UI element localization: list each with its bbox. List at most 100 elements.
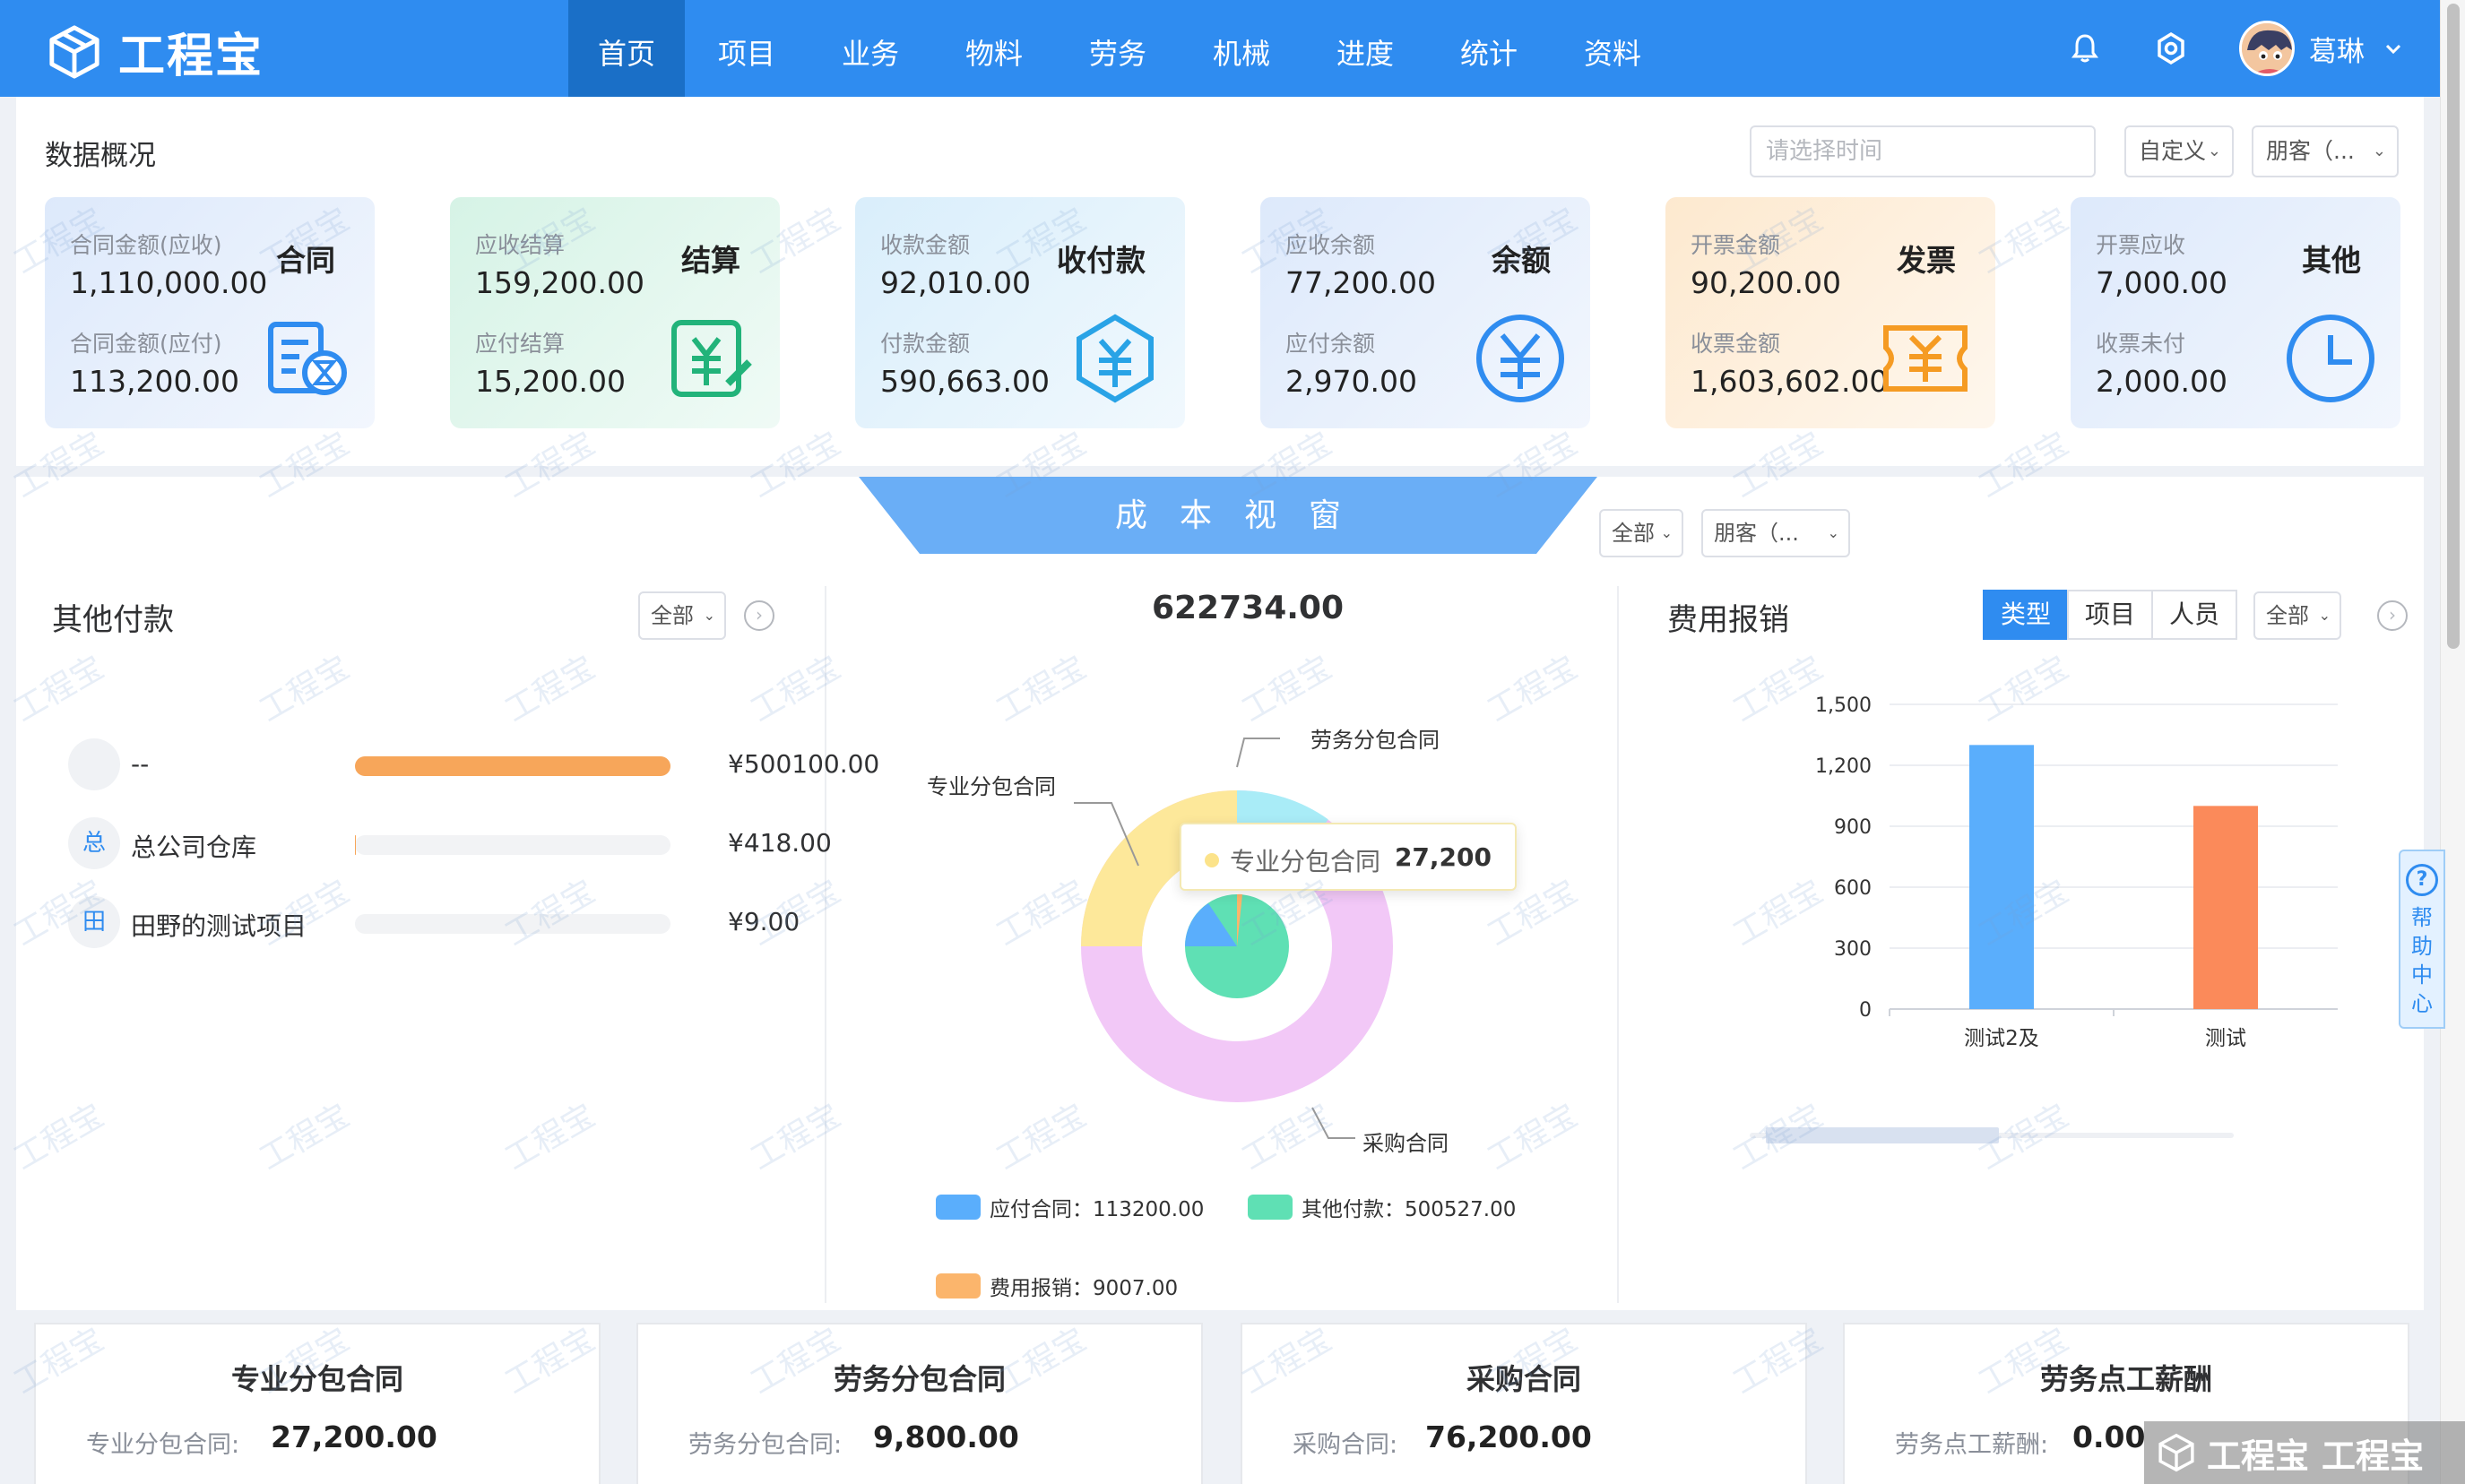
summary-card-1[interactable]: 应收结算 159,200.00 应付结算 15,200.00 结算 — [450, 197, 780, 428]
nav-item-labor[interactable]: 劳务 — [1056, 0, 1180, 97]
summary-card-5[interactable]: 开票应收 7,000.00 收票未付 2,000.00 其他 — [2071, 197, 2400, 428]
tab-type[interactable]: 类型 — [1983, 590, 2070, 640]
contract-card-label: 劳务点工薪酬: — [1895, 1431, 2049, 1459]
invoice-icon — [1883, 325, 1968, 392]
clock-icon — [2287, 315, 2374, 402]
contract-icon — [268, 322, 347, 395]
cost-scope-select[interactable]: 全部 ⌄ — [1599, 509, 1683, 557]
data-overview-panel: 数据概况 请选择时间 自定义 ⌄ 朋客（... ⌄ 合同金额(应收) 1,110,0… — [16, 97, 2424, 466]
payment-icon — [1077, 314, 1154, 403]
cost-customer-value: 朋客（... — [1714, 521, 1799, 546]
watermark-logo: 工程宝 工程宝 — [2144, 1421, 2465, 1484]
bar-0[interactable] — [1969, 745, 2034, 1009]
gear-icon[interactable] — [2153, 30, 2189, 66]
chevron-down-icon: ⌄ — [2318, 607, 2331, 624]
cube-logo-icon — [49, 24, 99, 79]
chevron-down-icon: ⌄ — [2372, 142, 2386, 160]
chevron-right-circle-icon[interactable]: › — [2377, 600, 2408, 631]
nav-item-projects[interactable]: 项目 — [685, 0, 809, 97]
legend-item[interactable]: 费用报销：9007.00 — [936, 1271, 1178, 1301]
tab-person[interactable]: 人员 — [2151, 590, 2238, 640]
other-payments-title: 其他付款 — [52, 602, 174, 638]
nav-item-progress[interactable]: 进度 — [1303, 0, 1427, 97]
legend-swatch — [936, 1195, 981, 1220]
x-category-label: 测试 — [2205, 1027, 2246, 1050]
summary-card-4[interactable]: 开票金额 90,200.00 收票金额 1,603,602.00 发票 — [1665, 197, 1995, 428]
slider-handle[interactable] — [1766, 1127, 1999, 1143]
payment-row-name: 田野的测试项目 — [131, 911, 307, 941]
app-logo[interactable]: 工程宝 — [47, 18, 264, 85]
chevron-down-icon: ⌄ — [2207, 142, 2221, 160]
nav-item-documents[interactable]: 资料 — [1551, 0, 1674, 97]
user-avatar[interactable] — [2239, 21, 2295, 76]
user-name[interactable]: 葛琳 — [2309, 29, 2365, 69]
card-value-2: 2,970.00 — [1285, 364, 1417, 399]
pie-label-line — [1311, 1107, 1355, 1139]
nav-item-business[interactable]: 业务 — [809, 0, 932, 97]
payment-row[interactable]: 田 田野的测试项目 ¥9.00 — [68, 896, 875, 950]
nav-item-materials[interactable]: 物料 — [932, 0, 1056, 97]
legend-label: 费用报销：9007.00 — [990, 1277, 1179, 1300]
card-label-2: 收票金额 — [1691, 331, 1781, 357]
y-tick-label: 0 — [1859, 999, 1872, 1022]
card-title: 结算 — [681, 243, 740, 278]
range-select[interactable]: 自定义 ⌄ — [2124, 125, 2234, 177]
cube-logo-icon — [2158, 1433, 2194, 1472]
bar-1[interactable] — [2193, 806, 2258, 1009]
summary-card-0[interactable]: 合同金额(应收) 1,110,000.00 合同金额(应付) 113,200.0… — [45, 197, 375, 428]
bell-icon[interactable] — [2067, 30, 2103, 66]
contract-card-1[interactable]: 劳务分包合同 劳务分包合同: 9,800.00 — [636, 1323, 1203, 1484]
expense-filter[interactable]: 全部 ⌄ — [2253, 591, 2341, 640]
payment-row[interactable]: -- ¥500100.00 — [68, 738, 879, 792]
top-navigation-bar: 工程宝 首页 项目 业务 物料 劳务 机械 进度 统计 资料 葛琳 — [0, 0, 2440, 97]
contract-card-label: 劳务分包合同: — [688, 1431, 843, 1459]
nav-item-home[interactable]: 首页 — [568, 0, 685, 97]
cost-customer-select[interactable]: 朋客（... ⌄ — [1701, 509, 1850, 557]
customer-select-value: 朋客（... — [2266, 138, 2355, 164]
nav-item-machinery[interactable]: 机械 — [1180, 0, 1303, 97]
expense-title: 费用报销 — [1667, 602, 1789, 638]
cost-pie-chart — [1074, 738, 1393, 1139]
other-payments-filter-value: 全部 — [651, 603, 694, 628]
payment-row[interactable]: 总 总公司仓库 ¥418.00 — [68, 817, 875, 871]
legend-item[interactable]: 应付合同：113200.00 — [936, 1192, 1204, 1222]
payment-row-amount: ¥9.00 — [728, 907, 800, 936]
chevron-down-icon: ⌄ — [1827, 524, 1839, 541]
summary-card-2[interactable]: 收款金额 92,010.00 付款金额 590,663.00 收付款 — [855, 197, 1185, 428]
card-label-2: 应付余额 — [1285, 331, 1376, 357]
yuan-coin-icon — [1476, 315, 1564, 402]
y-tick-label: 1,500 — [1815, 695, 1872, 717]
contract-card-title: 采购合同 — [1466, 1362, 1581, 1396]
y-tick-label: 1,200 — [1815, 755, 1872, 778]
legend-swatch — [1248, 1195, 1293, 1220]
tooltip-value: 27,200 — [1394, 842, 1492, 872]
legend-item[interactable]: 其他付款：500527.00 — [1248, 1192, 1516, 1222]
pie-label-line — [1236, 738, 1280, 768]
customer-select[interactable]: 朋客（... ⌄ — [2252, 125, 2399, 177]
summary-card-3[interactable]: 应收余额 77,200.00 应付余额 2,970.00 余额 — [1260, 197, 1590, 428]
contract-card-2[interactable]: 采购合同 采购合同: 76,200.00 — [1241, 1323, 1807, 1484]
contract-card-value: 76,200.00 — [1425, 1419, 1592, 1454]
legend-label: 其他付款：500527.00 — [1302, 1198, 1517, 1221]
contract-card-0[interactable]: 专业分包合同 专业分包合同: 27,200.00 — [34, 1323, 601, 1484]
nav-item-statistics[interactable]: 统计 — [1427, 0, 1551, 97]
range-select-value: 自定义 — [2139, 138, 2207, 164]
card-value-2: 113,200.00 — [70, 364, 239, 399]
time-picker-input[interactable]: 请选择时间 — [1750, 125, 2096, 177]
payment-row-bar-track — [355, 914, 670, 934]
card-label-2: 收票未付 — [2096, 331, 2186, 357]
tab-project[interactable]: 项目 — [2067, 590, 2154, 640]
payment-row-badge: 田 — [68, 896, 120, 948]
help-center-tab[interactable]: ? 帮助中心 — [2399, 850, 2445, 1029]
payment-row-name: -- — [131, 749, 150, 779]
contract-card-label: 专业分包合同: — [86, 1431, 240, 1459]
cost-window-panel: 成本视窗 全部 ⌄ 朋客（... ⌄ 其他付款 全部 ⌄ › -- ¥500100.0… — [16, 477, 2424, 1310]
contract-card-title: 劳务点工薪酬 — [2039, 1362, 2212, 1396]
chevron-right-circle-icon[interactable]: › — [744, 600, 774, 631]
other-payments-filter[interactable]: 全部 ⌄ — [638, 591, 726, 640]
chevron-down-icon[interactable] — [2383, 38, 2404, 59]
chart-zoom-slider[interactable] — [1750, 1122, 2237, 1149]
legend-label: 应付合同：113200.00 — [990, 1198, 1205, 1221]
pie-tooltip: 专业分包合同 27,200 — [1180, 823, 1517, 891]
expense-tabs: 类型 项目 人员 — [1983, 590, 2238, 640]
